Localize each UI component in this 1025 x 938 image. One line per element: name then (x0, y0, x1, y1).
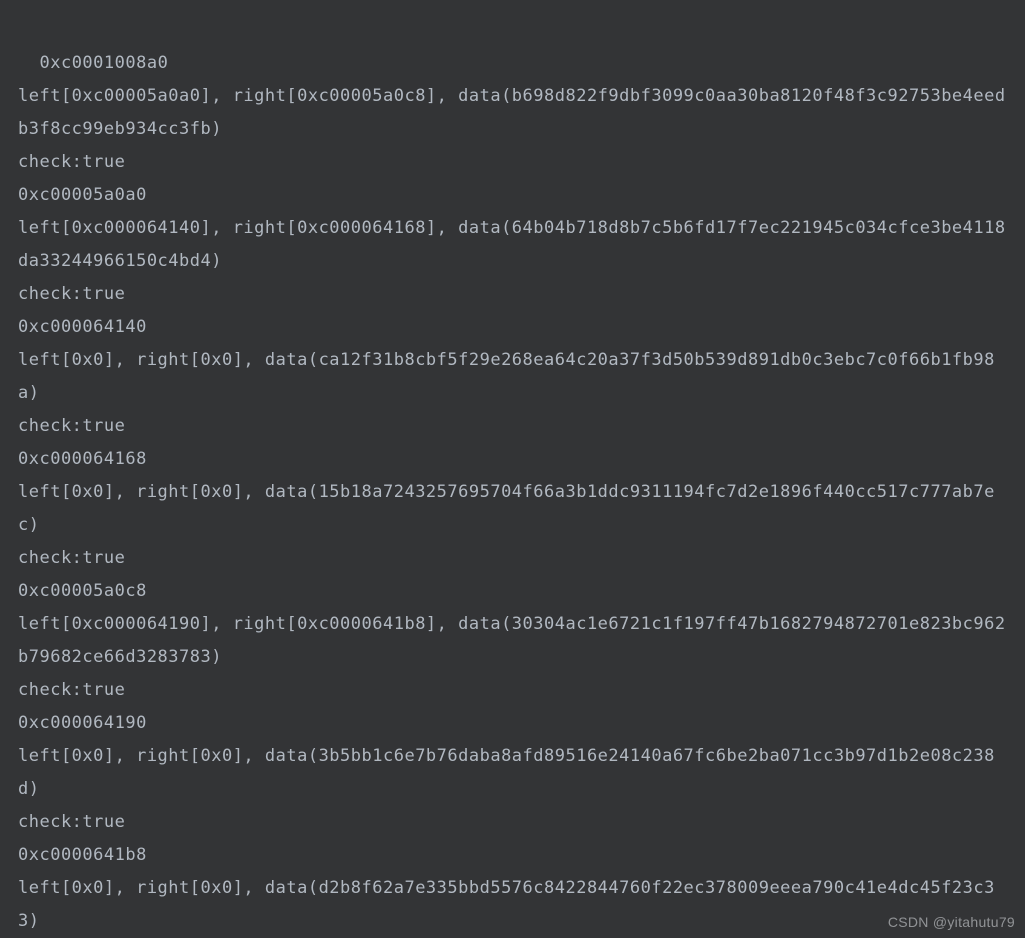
output-line: check:true (18, 812, 125, 832)
output-line: check:true (18, 416, 125, 436)
output-line: 0xc000064190 (18, 713, 147, 733)
output-line: 0xc000064168 (18, 449, 147, 469)
output-line: check:true (18, 548, 125, 568)
output-line: left[0xc000064140], right[0xc000064168],… (18, 218, 1006, 271)
output-line: 0xc0000641b8 (18, 845, 147, 865)
output-line: left[0x0], right[0x0], data(d2b8f62a7e33… (18, 878, 995, 931)
output-line: 0xc0001008a0 (39, 53, 168, 73)
output-line: left[0xc000064190], right[0xc0000641b8],… (18, 614, 1006, 667)
output-line: left[0x0], right[0x0], data(ca12f31b8cbf… (18, 350, 995, 403)
terminal-output: 0xc0001008a0 left[0xc00005a0a0], right[0… (0, 0, 1025, 938)
output-line: check:true (18, 152, 125, 172)
output-line: check:true (18, 680, 125, 700)
output-line: check:true (18, 284, 125, 304)
output-line: left[0x0], right[0x0], data(3b5bb1c6e7b7… (18, 746, 995, 799)
output-line: left[0x0], right[0x0], data(15b18a724325… (18, 482, 995, 535)
output-line: 0xc00005a0c8 (18, 581, 147, 601)
output-line: left[0xc00005a0a0], right[0xc00005a0c8],… (18, 86, 1006, 139)
output-line: 0xc000064140 (18, 317, 147, 337)
output-line: 0xc00005a0a0 (18, 185, 147, 205)
